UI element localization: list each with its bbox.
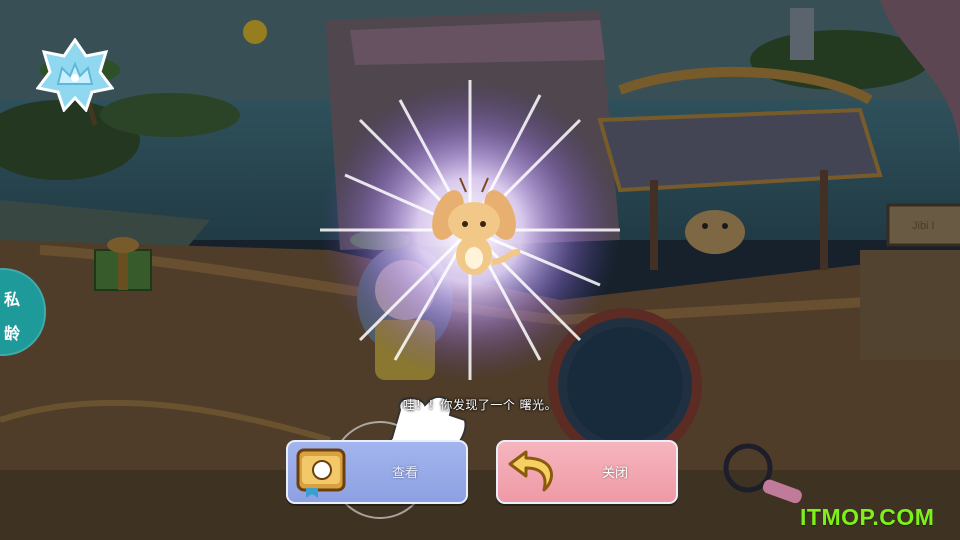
view-button-label: 查看 — [392, 466, 419, 481]
treasure-book-icon — [296, 448, 346, 498]
side-tab-label-1: 私 — [4, 290, 21, 309]
return-arrow-icon — [508, 450, 553, 492]
close-button-label: 关闭 — [602, 466, 629, 481]
side-tab-label-2: 龄 — [4, 324, 21, 343]
view-button[interactable]: 查看 — [286, 440, 468, 504]
discovery-message: 哇！！你发现了一个 曙光。 — [402, 398, 558, 412]
crown-badge-icon[interactable] — [35, 37, 115, 113]
ship-sign-text: Jibi I — [912, 220, 935, 232]
watermark: ITMOP.COM — [800, 504, 935, 530]
game-scene — [0, 0, 960, 540]
close-button[interactable]: 关闭 — [496, 440, 678, 504]
